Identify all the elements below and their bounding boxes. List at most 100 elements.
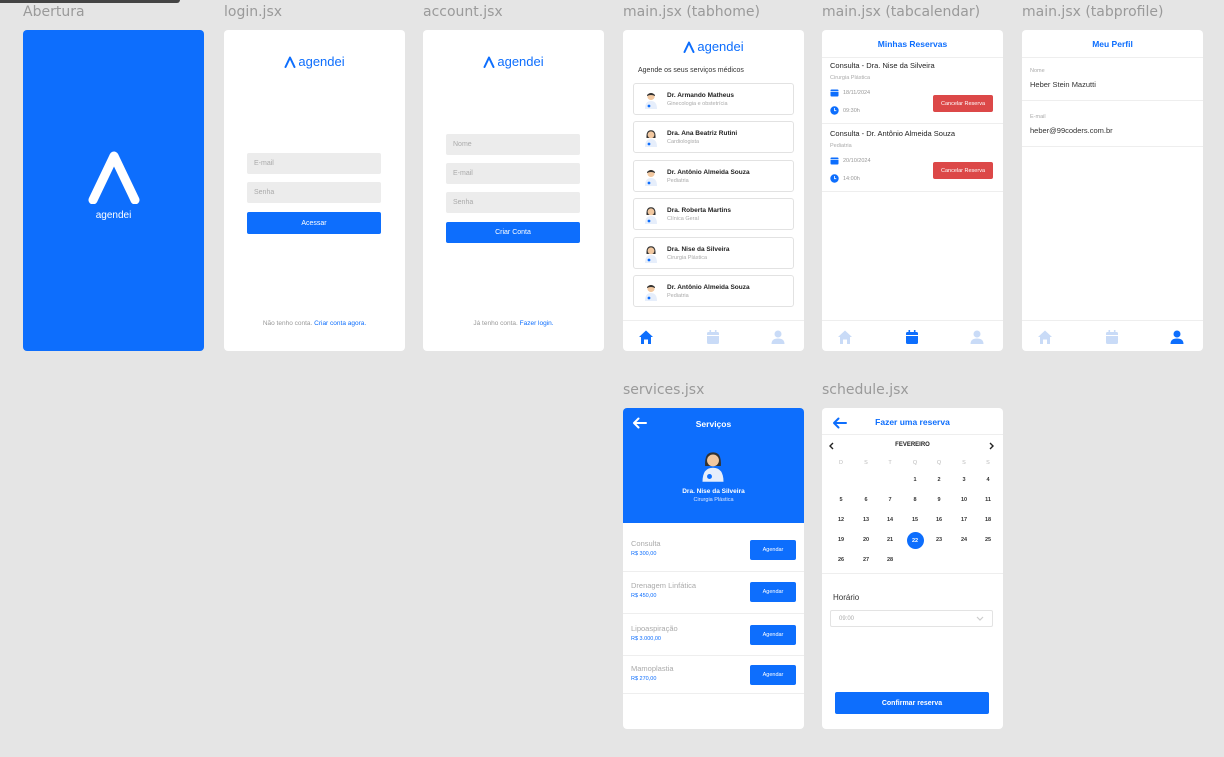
calendar-day[interactable]: 9 [927,497,951,503]
reservations-screen: Minhas Reservas Consulta - Dra. Nise da … [822,30,1003,351]
schedule-service-button[interactable]: Agendar [750,625,796,645]
time-select[interactable]: 09:00 [830,610,993,627]
reservation-date: 18/11/2024 [843,89,871,96]
divider [822,191,1003,192]
home-logo: agendei [623,39,804,54]
calendar-day[interactable]: 7 [878,497,902,503]
female-doctor-icon [645,246,657,263]
calendar-day[interactable]: 3 [952,477,976,483]
divider [623,655,804,656]
calendar-weekday-label: S [962,460,966,466]
reservation-date-row: 18/11/2024 [830,88,870,97]
name-field[interactable]: Nome [446,134,580,155]
calendar-day[interactable]: 23 [927,537,951,543]
calendar-day[interactable]: 25 [976,537,1000,543]
calendar-icon [830,157,839,165]
doctor-specialty: Clínica Geral [667,216,699,222]
calendar-day[interactable]: 11 [976,497,1000,503]
doctor-card[interactable]: Dr. Antônio Almeida Souza Pediatria [633,160,794,192]
home-tab-icon[interactable] [638,329,654,345]
calendar-weekday-label: S [986,460,990,466]
calendar-day[interactable]: 4 [976,477,1000,483]
doctor-card[interactable]: Dra. Nise da Silveira Cirurgia Plástica [633,237,794,269]
calendar-day[interactable]: 21 [878,537,902,543]
email-field[interactable]: E-mail [446,163,580,184]
time-select-value: 09:00 [839,615,855,622]
calendar-day[interactable]: 5 [829,497,853,503]
reservation-date-row: 20/10/2024 [830,156,871,165]
logo-text: agendei [497,54,544,69]
profile-tab-icon[interactable] [1169,329,1185,345]
calendar-day[interactable]: 12 [829,517,853,523]
time-label: Horário [833,593,860,602]
reservation-title: Consulta - Dr. Antônio Almeida Souza [830,129,956,138]
home-tab-icon[interactable] [1037,329,1053,345]
password-field[interactable]: Senha [446,192,580,213]
calendar-day[interactable]: 1 [903,477,927,483]
agendei-logo-mark-icon [483,56,495,68]
schedule-service-button[interactable]: Agendar [750,540,796,560]
cancel-reservation-button[interactable]: Cancelar Reserva [933,162,993,179]
calendar-day[interactable]: 15 [903,517,927,523]
calendar-day[interactable]: 6 [854,497,878,503]
calendar-day[interactable]: 10 [952,497,976,503]
schedule-service-button[interactable]: Agendar [750,665,796,685]
tab-bar [623,320,804,351]
account-screen: agendei Nome E-mail Senha Criar Conta Já… [423,30,604,351]
login-button[interactable]: Acessar [247,212,381,234]
calendar-day[interactable]: 19 [829,537,853,543]
home-tab-icon[interactable] [837,329,853,345]
calendar-day[interactable]: 13 [854,517,878,523]
calendar-day[interactable]: 18 [976,517,1000,523]
doctor-card[interactable]: Dr. Armando Matheus Ginecologia e obstet… [633,83,794,115]
doctor-card[interactable]: Dr. Antônio Almeida Souza Pediatria [633,275,794,307]
calendar-day[interactable]: 26 [829,557,853,563]
chevron-right-icon[interactable] [988,442,995,450]
calendar-tab-icon[interactable] [1104,329,1120,345]
password-field[interactable]: Senha [247,182,381,203]
doctor-specialty: Cardiologista [667,139,700,145]
calendar-day-selected[interactable]: 22 [906,532,924,549]
calendar-day[interactable]: 20 [854,537,878,543]
doctor-card[interactable]: Dra. Roberta Martins Clínica Geral [633,198,794,230]
calendar-day[interactable]: 16 [927,517,951,523]
service-name: Lipoaspiração [631,624,678,633]
calendar-day[interactable]: 27 [854,557,878,563]
services-header: Serviços Dra. Nise da Silveira Cirurgia … [623,408,804,523]
doctor-specialty: Pediatria [667,293,689,299]
male-doctor-icon [645,92,657,109]
account-logo: agendei [423,54,604,69]
signup-link[interactable]: Criar conta agora. [314,320,366,327]
female-doctor-icon [645,130,657,147]
calendar-day[interactable]: 24 [952,537,976,543]
email-field[interactable]: E-mail [247,153,381,174]
frame-label-schedule: schedule.jsx [822,382,909,398]
confirm-reservation-button[interactable]: Confirmar reserva [835,692,989,714]
create-account-button[interactable]: Criar Conta [446,222,580,243]
calendar-icon [830,89,839,97]
divider [623,693,804,694]
calendar-day[interactable]: 17 [952,517,976,523]
calendar-tab-icon[interactable] [705,329,721,345]
schedule-service-button[interactable]: Agendar [750,582,796,602]
service-price: R$ 450,00 [631,593,657,599]
divider [822,123,1003,124]
doctor-specialty: Cirurgia Plástica [693,497,734,503]
name-value: Heber Stein Mazutti [1030,80,1096,89]
login-link[interactable]: Fazer login. [520,320,554,327]
cancel-reservation-button[interactable]: Cancelar Reserva [933,95,993,112]
profile-tab-icon[interactable] [770,329,786,345]
page-title: Minhas Reservas [822,30,1003,58]
calendar-day[interactable]: 14 [878,517,902,523]
profile-tab-icon[interactable] [969,329,985,345]
calendar-tab-icon[interactable] [904,329,920,345]
doctor-card[interactable]: Dra. Ana Beatriz Rutini Cardiologista [633,121,794,153]
top-window-chip [0,0,180,3]
page-title: Serviços [695,419,732,429]
calendar-day[interactable]: 2 [927,477,951,483]
calendar-day[interactable]: 8 [903,497,927,503]
schedule-screen: Fazer uma reserva FEVEREIRO DSTQQSS12345… [822,408,1003,729]
calendar-day[interactable]: 28 [878,557,902,563]
home-subtitle: Agende os seus serviços médicos [638,67,744,74]
doctor-name: Dr. Armando Matheus [667,92,734,99]
